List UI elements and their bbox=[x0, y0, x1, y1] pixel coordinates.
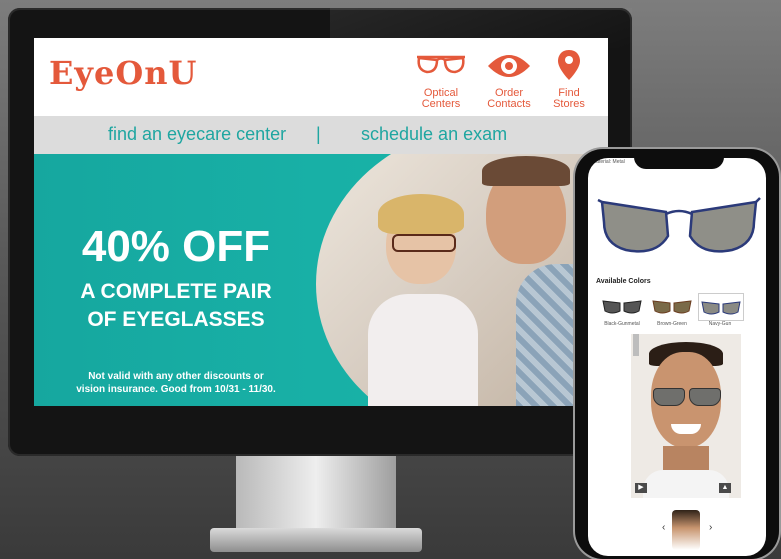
eye-icon bbox=[488, 55, 530, 77]
model-thumbnail[interactable] bbox=[672, 510, 700, 550]
glasses-icon bbox=[417, 55, 465, 74]
model-right-lens bbox=[689, 388, 721, 406]
promo-headline: 40% OFF bbox=[81, 222, 271, 271]
nav-separator: | bbox=[316, 124, 321, 144]
promo-banner[interactable]: 40% OFF A COMPLETE PAIR OF EYEGLASSES No… bbox=[34, 154, 608, 406]
website-screen: EyeOnU Optical Centers Order Contacts Fi… bbox=[34, 38, 608, 406]
swatch-black-gunmetal[interactable] bbox=[600, 293, 644, 319]
phone-notch bbox=[634, 151, 724, 169]
site-logo[interactable]: EyeOnU bbox=[49, 54, 197, 92]
swatch-label: Brown-Green bbox=[657, 321, 687, 327]
site-header: EyeOnU Optical Centers Order Contacts Fi… bbox=[34, 38, 608, 114]
promo-subheadline: A COMPLETE PAIR OF EYEGLASSES bbox=[34, 278, 318, 334]
swatch-label: Navy-Gun bbox=[708, 321, 732, 327]
fine-print-line-2: vision insurance. Good from 10/31 - 11/3… bbox=[76, 384, 276, 395]
promo-fine-print: Not valid with any other discounts or vi… bbox=[34, 370, 318, 396]
try-on-model-face bbox=[643, 334, 729, 498]
hero-photo-couple bbox=[316, 154, 608, 406]
virtual-try-on-panel bbox=[631, 334, 741, 498]
fine-print-line-1: Not valid with any other discounts or bbox=[88, 371, 264, 382]
location-pin-icon bbox=[558, 50, 580, 80]
carousel-next-icon[interactable]: › bbox=[709, 522, 712, 533]
product-sunglasses-image bbox=[597, 197, 761, 253]
camera-icon[interactable]: ▶ bbox=[635, 483, 647, 493]
promo-line-1: A COMPLETE PAIR bbox=[80, 280, 272, 303]
schedule-exam-link[interactable]: schedule an exam bbox=[361, 124, 507, 145]
man-hair bbox=[482, 156, 570, 186]
monitor-stand-neck bbox=[236, 456, 396, 532]
user-photo-icon[interactable]: ▲ bbox=[719, 483, 731, 493]
swatch-navy-gun[interactable] bbox=[698, 293, 744, 321]
woman-shirt bbox=[368, 294, 478, 406]
find-eyecare-center-link[interactable]: find an eyecare center bbox=[108, 124, 286, 145]
promo-line-2: OF EYEGLASSES bbox=[87, 308, 265, 331]
side-handle[interactable] bbox=[633, 334, 639, 356]
material-label: Material: Metal bbox=[592, 159, 625, 165]
secondary-nav-bar: find an eyecare center | schedule an exa… bbox=[34, 116, 608, 154]
nav-optical-centers[interactable]: Optical Centers bbox=[406, 48, 476, 110]
available-colors-title: Available Colors bbox=[596, 278, 651, 285]
woman-hair bbox=[378, 194, 464, 234]
woman-glasses bbox=[392, 234, 456, 252]
monitor-stand-base bbox=[210, 528, 422, 552]
model-left-lens bbox=[653, 388, 685, 406]
swatch-label: Black-Gunmetal bbox=[604, 321, 640, 327]
model-shirt bbox=[643, 470, 729, 498]
swatch-brown-green[interactable] bbox=[650, 293, 694, 319]
nav-label-line2: Centers bbox=[421, 98, 461, 110]
phone-screen: Material: Metal Available Colors Black-G… bbox=[588, 158, 766, 556]
nav-label-line2: Stores bbox=[553, 98, 585, 110]
nav-find-stores[interactable]: Find Stores bbox=[534, 48, 604, 110]
carousel-prev-icon[interactable]: ‹ bbox=[662, 522, 665, 533]
